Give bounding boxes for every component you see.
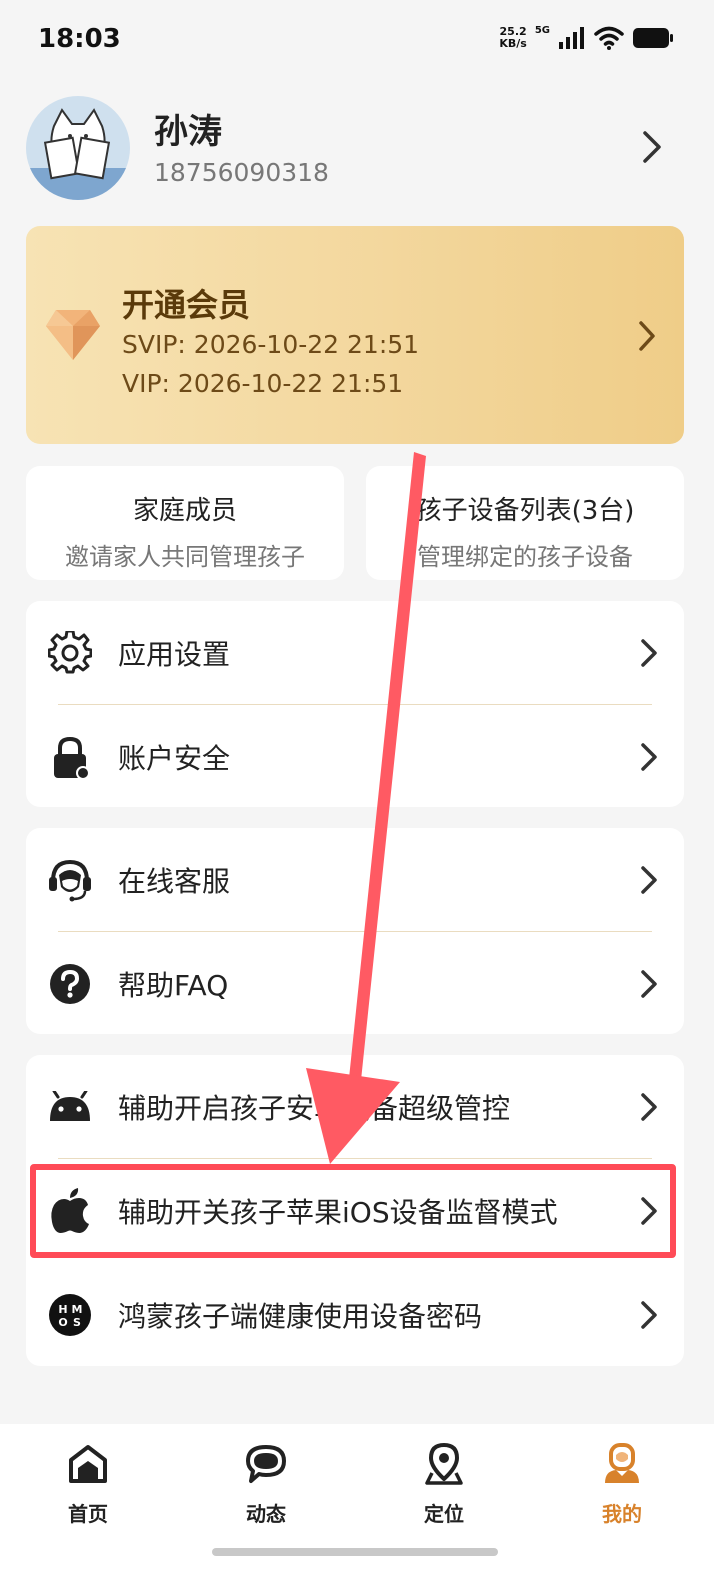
vip-membership-card[interactable]: 开通会员 SVIP: 2026-10-22 21:51 VIP: 2026-10… bbox=[26, 226, 684, 444]
menu-item-label: 在线客服 bbox=[118, 865, 231, 898]
wifi-icon bbox=[594, 26, 624, 50]
svg-text:M: M bbox=[72, 1303, 83, 1316]
menu-item-ios-supervision[interactable]: 辅助开关孩子苹果iOS设备监督模式 bbox=[26, 1159, 684, 1263]
user-name: 孙涛 bbox=[154, 112, 222, 152]
chevron-right-icon bbox=[641, 1197, 657, 1225]
quick-card-subtitle: 管理绑定的孩子设备 bbox=[417, 543, 633, 571]
menu-item-harmony-password[interactable]: H M O S 鸿蒙孩子端健康使用设备密码 bbox=[26, 1263, 684, 1367]
profile-header[interactable]: 孙涛 18756090318 bbox=[26, 96, 686, 200]
lock-icon bbox=[46, 733, 94, 781]
nav-tab-label: 定位 bbox=[424, 1502, 464, 1526]
chevron-right-icon bbox=[639, 321, 655, 351]
nav-tab-feed[interactable]: 动态 bbox=[206, 1438, 326, 1527]
svg-text:O: O bbox=[58, 1316, 67, 1329]
menu-item-label: 辅助开启孩子安卓设备超级管控 bbox=[118, 1092, 511, 1125]
menu-item-label: 应用设置 bbox=[118, 638, 231, 671]
quick-card-title: 家庭成员 bbox=[132, 496, 237, 526]
nav-tab-label: 动态 bbox=[246, 1502, 286, 1526]
cat-reading-avatar-icon bbox=[26, 108, 130, 200]
quick-card-subtitle: 邀请家人共同管理孩子 bbox=[65, 543, 305, 571]
menu-item-app-settings[interactable]: 应用设置 bbox=[26, 601, 684, 705]
diamond-icon bbox=[46, 310, 100, 360]
chevron-right-icon bbox=[641, 1301, 657, 1329]
settings-group: 应用设置 账户安全 bbox=[26, 601, 684, 807]
avatar[interactable] bbox=[26, 96, 130, 200]
apple-icon bbox=[46, 1187, 94, 1235]
user-phone: 18756090318 bbox=[154, 158, 329, 187]
signal-icon bbox=[559, 27, 584, 49]
android-icon bbox=[46, 1083, 94, 1131]
customer-service-headset-icon bbox=[46, 856, 94, 904]
network-type: 5G bbox=[534, 24, 550, 36]
chevron-right-icon bbox=[641, 1093, 657, 1121]
status-bar: 18:03 25.2 KB/s 5G bbox=[0, 0, 714, 80]
network-speed: 25.2 KB/s bbox=[499, 25, 527, 50]
menu-item-label: 帮助FAQ bbox=[118, 969, 229, 1002]
hmos-icon: H M O S bbox=[46, 1291, 94, 1339]
home-indicator bbox=[212, 1548, 498, 1556]
status-time: 18:03 bbox=[38, 24, 121, 54]
svip-expiry: SVIP: 2026-10-22 21:51 bbox=[122, 330, 420, 359]
device-control-group: 辅助开启孩子安卓设备超级管控 辅助开关孩子苹果iOS设备监督模式 H M O S bbox=[26, 1055, 684, 1366]
status-icons: 25.2 KB/s 5G bbox=[499, 24, 674, 50]
gear-icon bbox=[46, 629, 94, 677]
menu-item-help-faq[interactable]: 帮助FAQ bbox=[26, 932, 684, 1036]
chevron-right-icon bbox=[641, 639, 657, 667]
menu-item-account-security[interactable]: 账户安全 bbox=[26, 705, 684, 809]
nav-tab-label: 首页 bbox=[68, 1502, 108, 1526]
menu-item-label: 辅助开关孩子苹果iOS设备监督模式 bbox=[118, 1196, 558, 1229]
home-icon bbox=[69, 1445, 107, 1483]
family-members-card[interactable]: 家庭成员 邀请家人共同管理孩子 bbox=[26, 466, 344, 580]
question-mark-icon bbox=[46, 960, 94, 1008]
vip-expiry: VIP: 2026-10-22 21:51 bbox=[122, 369, 404, 398]
help-group: 在线客服 帮助FAQ bbox=[26, 828, 684, 1034]
menu-item-android-control[interactable]: 辅助开启孩子安卓设备超级管控 bbox=[26, 1055, 684, 1159]
menu-item-label: 鸿蒙孩子端健康使用设备密码 bbox=[118, 1300, 483, 1333]
svg-text:H: H bbox=[58, 1303, 67, 1316]
chevron-right-icon bbox=[641, 970, 657, 998]
chevron-right-icon bbox=[643, 131, 661, 163]
menu-item-online-support[interactable]: 在线客服 bbox=[26, 828, 684, 932]
chat-bubble-icon bbox=[246, 1445, 286, 1483]
battery-icon bbox=[633, 28, 673, 48]
menu-item-label: 账户安全 bbox=[118, 742, 231, 775]
nav-tab-home[interactable]: 首页 bbox=[28, 1438, 148, 1527]
quick-card-title: 孩子设备列表(3台) bbox=[415, 496, 635, 526]
nav-tab-me[interactable]: 我的 bbox=[562, 1438, 682, 1527]
svg-text:S: S bbox=[73, 1316, 81, 1329]
child-devices-card[interactable]: 孩子设备列表(3台) 管理绑定的孩子设备 bbox=[366, 466, 684, 580]
chevron-right-icon bbox=[641, 866, 657, 894]
person-icon bbox=[605, 1443, 639, 1483]
nav-tab-label: 我的 bbox=[602, 1502, 642, 1526]
nav-tab-location[interactable]: 定位 bbox=[384, 1438, 504, 1527]
vip-title: 开通会员 bbox=[122, 286, 251, 324]
chevron-right-icon bbox=[641, 743, 657, 771]
location-pin-icon bbox=[425, 1443, 463, 1485]
